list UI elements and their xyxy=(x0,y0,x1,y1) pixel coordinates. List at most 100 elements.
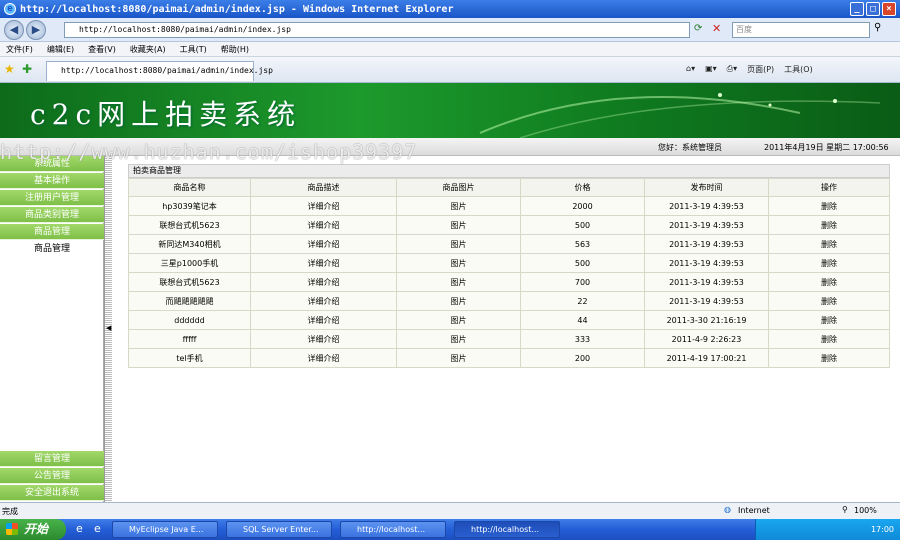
menu-bar: 文件(F) 编辑(E) 查看(V) 收藏夹(A) 工具(T) 帮助(H) xyxy=(0,42,900,57)
address-toolbar: ◀ ▶ http://localhost:8080/paimai/admin/i… xyxy=(0,18,900,42)
cell-time: 2011-3-19 4:39:53 xyxy=(644,253,769,273)
quicklaunch-browser-icon[interactable]: e xyxy=(94,522,101,535)
cell-delete-link[interactable]: 删除 xyxy=(768,196,890,216)
cell-desc-link[interactable]: 详细介绍 xyxy=(250,234,397,254)
cell-price: 200 xyxy=(520,348,645,368)
menu-view[interactable]: 查看(V) xyxy=(88,44,116,55)
cell-desc-link[interactable]: 详细介绍 xyxy=(250,291,397,311)
cell-name: dddddd xyxy=(128,310,251,330)
cell-time: 2011-4-19 17:00:21 xyxy=(644,348,769,368)
task-sqlserver[interactable]: SQL Server Enter... xyxy=(226,521,332,538)
address-field[interactable]: http://localhost:8080/paimai/admin/index… xyxy=(64,22,690,38)
table-row: 联想台式机5623 详细介绍 图片 700 2011-3-19 4:39:53 删除 xyxy=(128,272,890,292)
panel-title: 拍卖商品管理 xyxy=(128,164,890,178)
col-action: 操作 xyxy=(768,178,890,197)
cell-name: 联想台式机5623 xyxy=(128,272,251,292)
cell-image-link[interactable]: 图片 xyxy=(396,348,521,368)
cell-desc-link[interactable]: 详细介绍 xyxy=(250,215,397,235)
back-icon[interactable]: ◀ xyxy=(4,20,24,40)
cell-delete-link[interactable]: 删除 xyxy=(768,215,890,235)
forward-icon[interactable]: ▶ xyxy=(26,20,46,40)
menu-edit[interactable]: 编辑(E) xyxy=(47,44,74,55)
cell-image-link[interactable]: 图片 xyxy=(396,253,521,273)
cell-image-link[interactable]: 图片 xyxy=(396,272,521,292)
cell-name: hp3039笔记本 xyxy=(128,196,251,216)
browser-tab[interactable]: http://localhost:8080/paimai/admin/index… xyxy=(46,61,273,81)
cell-name: 而飓飓飓飓飓 xyxy=(128,291,251,311)
search-input[interactable]: 百度 xyxy=(732,22,870,38)
sidebar-item-system[interactable]: 系统属性 xyxy=(0,156,104,172)
close-button[interactable]: × xyxy=(882,2,896,16)
minimize-button[interactable]: _ xyxy=(850,2,864,16)
menu-tools[interactable]: 工具(T) xyxy=(180,44,207,55)
print-icon[interactable]: ⎙▾ xyxy=(727,64,737,75)
cell-time: 2011-3-19 4:39:53 xyxy=(644,234,769,254)
cell-time: 2011-3-19 4:39:53 xyxy=(644,196,769,216)
cell-delete-link[interactable]: 删除 xyxy=(768,348,890,368)
sidebar-item-users[interactable]: 注册用户管理 xyxy=(0,190,104,206)
menu-file[interactable]: 文件(F) xyxy=(6,44,33,55)
collapse-arrow-icon[interactable]: ◀ xyxy=(106,324,111,332)
page-menu[interactable]: 页面(P) xyxy=(747,64,774,75)
start-button[interactable]: 开始 xyxy=(0,519,66,540)
task-browser-2[interactable]: http://localhost... xyxy=(454,521,560,538)
col-time: 发布时间 xyxy=(644,178,769,197)
taskbar: 开始 e e MyEclipse Java E... SQL Server En… xyxy=(0,519,900,540)
quicklaunch-ie-icon[interactable]: e xyxy=(76,522,83,535)
table-body: hp3039笔记本 详细介绍 图片 2000 2011-3-19 4:39:53 删除 联想… xyxy=(128,196,890,368)
address-url: http://localhost:8080/paimai/admin/index… xyxy=(79,25,291,34)
maximize-button[interactable]: □ xyxy=(866,2,880,16)
zoom-level[interactable]: 100% xyxy=(854,506,877,515)
status-bar: 完成 ◍ Internet ⚲ 100% xyxy=(0,502,900,519)
sidebar-item-categories[interactable]: 商品类别管理 xyxy=(0,207,104,223)
task-myeclipse[interactable]: MyEclipse Java E... xyxy=(112,521,218,538)
cell-delete-link[interactable]: 删除 xyxy=(768,291,890,311)
tray-clock: 17:00 xyxy=(870,525,894,534)
menu-help[interactable]: 帮助(H) xyxy=(221,44,249,55)
col-desc: 商品描述 xyxy=(250,178,397,197)
sidebar-item-logout[interactable]: 安全退出系统 xyxy=(0,485,104,501)
feeds-icon[interactable]: ▣▾ xyxy=(705,64,717,75)
cell-delete-link[interactable]: 删除 xyxy=(768,253,890,273)
search-icon[interactable]: ⚲ xyxy=(874,22,881,33)
cell-image-link[interactable]: 图片 xyxy=(396,196,521,216)
cell-desc-link[interactable]: 详细介绍 xyxy=(250,348,397,368)
cell-desc-link[interactable]: 详细介绍 xyxy=(250,253,397,273)
tools-menu[interactable]: 工具(O) xyxy=(784,64,813,75)
cell-image-link[interactable]: 图片 xyxy=(396,291,521,311)
task-browser-1[interactable]: http://localhost... xyxy=(340,521,446,538)
menu-favorites[interactable]: 收藏夹(A) xyxy=(130,44,166,55)
table-row: tel手机 详细介绍 图片 200 2011-4-19 17:00:21 删除 xyxy=(128,348,890,368)
sidebar-subitem-goods[interactable]: 商品管理 xyxy=(0,241,104,257)
cell-image-link[interactable]: 图片 xyxy=(396,329,521,349)
sidebar-item-goods[interactable]: 商品管理 xyxy=(0,224,104,240)
cell-price: 500 xyxy=(520,215,645,235)
greeting-text: 您好：系统管理员 xyxy=(658,143,722,152)
cell-image-link[interactable]: 图片 xyxy=(396,234,521,254)
window-title: http://localhost:8080/paimai/admin/index… xyxy=(20,3,454,15)
cell-delete-link[interactable]: 删除 xyxy=(768,234,890,254)
cell-image-link[interactable]: 图片 xyxy=(396,310,521,330)
home-icon[interactable]: ⌂▾ xyxy=(686,64,695,75)
datetime-text: 2011年4月19日 星期二 17:00:56 xyxy=(764,143,889,152)
cell-delete-link[interactable]: 删除 xyxy=(768,272,890,292)
table-row: 而飓飓飓飓飓 详细介绍 图片 22 2011-3-19 4:39:53 删除 xyxy=(128,291,890,311)
user-info-bar: 您好：系统管理员 2011年4月19日 星期二 17:00:56 xyxy=(0,138,900,156)
cell-desc-link[interactable]: 详细介绍 xyxy=(250,310,397,330)
frame-splitter[interactable]: ◀ xyxy=(104,156,112,502)
favorites-star-icon[interactable]: ★ xyxy=(4,62,15,76)
cell-delete-link[interactable]: 删除 xyxy=(768,329,890,349)
stop-icon[interactable]: ✕ xyxy=(712,22,721,35)
sidebar-item-messages[interactable]: 留言管理 xyxy=(0,451,104,467)
cell-delete-link[interactable]: 删除 xyxy=(768,310,890,330)
refresh-icon[interactable]: ⟳ xyxy=(694,23,702,34)
cell-desc-link[interactable]: 详细介绍 xyxy=(250,272,397,292)
cell-desc-link[interactable]: 详细介绍 xyxy=(250,196,397,216)
cell-desc-link[interactable]: 详细介绍 xyxy=(250,329,397,349)
cell-image-link[interactable]: 图片 xyxy=(396,215,521,235)
status-text: 完成 xyxy=(2,507,18,516)
sidebar-item-announcements[interactable]: 公告管理 xyxy=(0,468,104,484)
add-favorite-icon[interactable]: ✚ xyxy=(22,62,32,76)
sidebar-item-basic[interactable]: 基本操作 xyxy=(0,173,104,189)
globe-icon: ◍ xyxy=(724,505,731,514)
